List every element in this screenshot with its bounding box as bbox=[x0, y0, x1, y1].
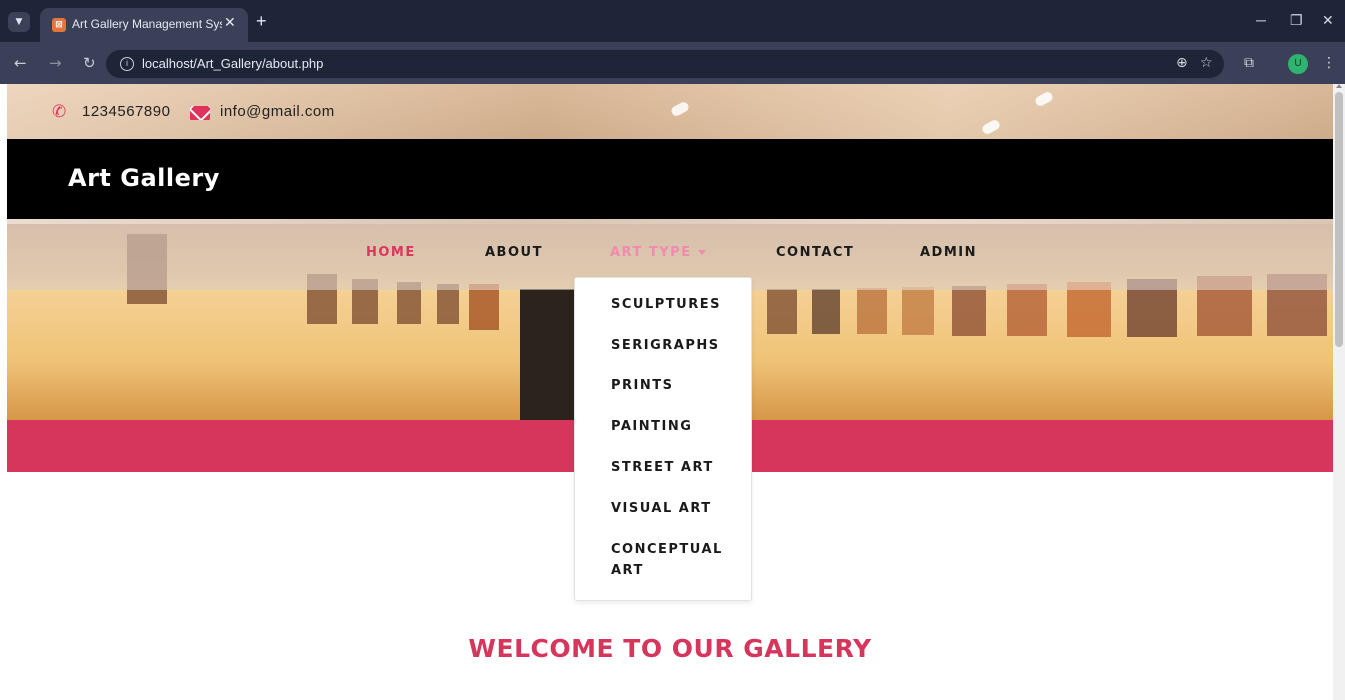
page-viewport: ✆ 1234567890 info@gmail.com Art Gallery … bbox=[7, 84, 1333, 700]
zoom-icon[interactable]: ⊕ bbox=[1176, 55, 1188, 71]
wall-painting bbox=[812, 289, 840, 334]
tab-search-icon[interactable]: ▼ bbox=[8, 12, 30, 32]
scroll-up-arrow-icon[interactable] bbox=[1336, 84, 1342, 88]
nav-about[interactable]: ABOUT bbox=[485, 245, 543, 260]
nav-admin[interactable]: ADMIN bbox=[920, 245, 977, 260]
page-scrollbar[interactable] bbox=[1333, 84, 1345, 700]
wall-painting bbox=[1007, 284, 1047, 336]
minimize-icon[interactable]: ─ bbox=[1256, 12, 1266, 28]
restore-icon[interactable]: ❐ bbox=[1290, 12, 1303, 29]
caret-down-icon bbox=[697, 250, 706, 255]
browser-tab[interactable]: ⊠ Art Gallery Management System ✕ bbox=[40, 8, 248, 42]
dropdown-item-prints[interactable]: PRINTS bbox=[611, 375, 741, 396]
extensions-icon[interactable]: ⧉ bbox=[1244, 55, 1254, 71]
wall-painting bbox=[1067, 282, 1111, 337]
dropdown-item-painting[interactable]: PAINTING bbox=[611, 416, 741, 437]
url-text[interactable]: localhost/Art_Gallery/about.php bbox=[142, 56, 323, 71]
scrollbar-thumb[interactable] bbox=[1335, 92, 1343, 347]
email-address[interactable]: info@gmail.com bbox=[220, 103, 335, 120]
wall-painting bbox=[902, 287, 934, 335]
mail-icon bbox=[190, 106, 210, 120]
wall-painting bbox=[857, 288, 887, 334]
profile-avatar[interactable]: U bbox=[1288, 54, 1308, 74]
tab-title: Art Gallery Management System bbox=[72, 17, 222, 31]
browser-tab-bar: ▼ ⊠ Art Gallery Management System ✕ + ─ … bbox=[0, 0, 1345, 42]
wall-painting bbox=[437, 284, 459, 324]
new-tab-icon[interactable]: + bbox=[256, 11, 267, 32]
phone-icon: ✆ bbox=[52, 102, 67, 122]
phone-number[interactable]: 1234567890 bbox=[82, 103, 170, 120]
forward-icon[interactable]: → bbox=[49, 54, 62, 72]
tab-close-icon[interactable]: ✕ bbox=[224, 15, 236, 31]
nav-contact[interactable]: CONTACT bbox=[776, 245, 854, 260]
dropdown-item-sculptures[interactable]: SCULPTURES bbox=[611, 294, 741, 315]
back-icon[interactable]: ← bbox=[14, 54, 27, 72]
dropdown-item-serigraphs[interactable]: SERIGRAPHS bbox=[611, 335, 741, 356]
art-type-dropdown: SCULPTURES SERIGRAPHS PRINTS PAINTING ST… bbox=[574, 277, 752, 601]
site-info-icon[interactable]: i bbox=[120, 57, 134, 71]
nav-art-type[interactable]: ART TYPE bbox=[610, 245, 706, 260]
wall-painting bbox=[469, 284, 499, 330]
contact-topbar: ✆ 1234567890 info@gmail.com bbox=[7, 84, 1333, 139]
browser-menu-icon[interactable]: ⋮ bbox=[1322, 55, 1336, 71]
site-logo[interactable]: Art Gallery bbox=[68, 164, 220, 192]
brand-header: Art Gallery bbox=[7, 139, 1333, 219]
welcome-heading: WELCOME TO OUR GALLERY bbox=[468, 634, 872, 663]
dropdown-item-street-art[interactable]: STREET ART bbox=[611, 457, 741, 478]
close-window-icon[interactable]: ✕ bbox=[1322, 12, 1334, 29]
nav-art-type-label: ART TYPE bbox=[610, 245, 692, 260]
nav-home[interactable]: HOME bbox=[366, 245, 416, 260]
dropdown-item-conceptual-art[interactable]: CONCEPTUAL ART bbox=[611, 539, 741, 581]
dropdown-item-visual-art[interactable]: VISUAL ART bbox=[611, 498, 741, 519]
wall-painting bbox=[952, 286, 986, 336]
xampp-favicon-icon: ⊠ bbox=[52, 18, 66, 32]
bookmark-star-icon[interactable]: ☆ bbox=[1200, 55, 1213, 71]
reload-icon[interactable]: ↻ bbox=[83, 54, 96, 72]
wall-painting bbox=[767, 289, 797, 334]
